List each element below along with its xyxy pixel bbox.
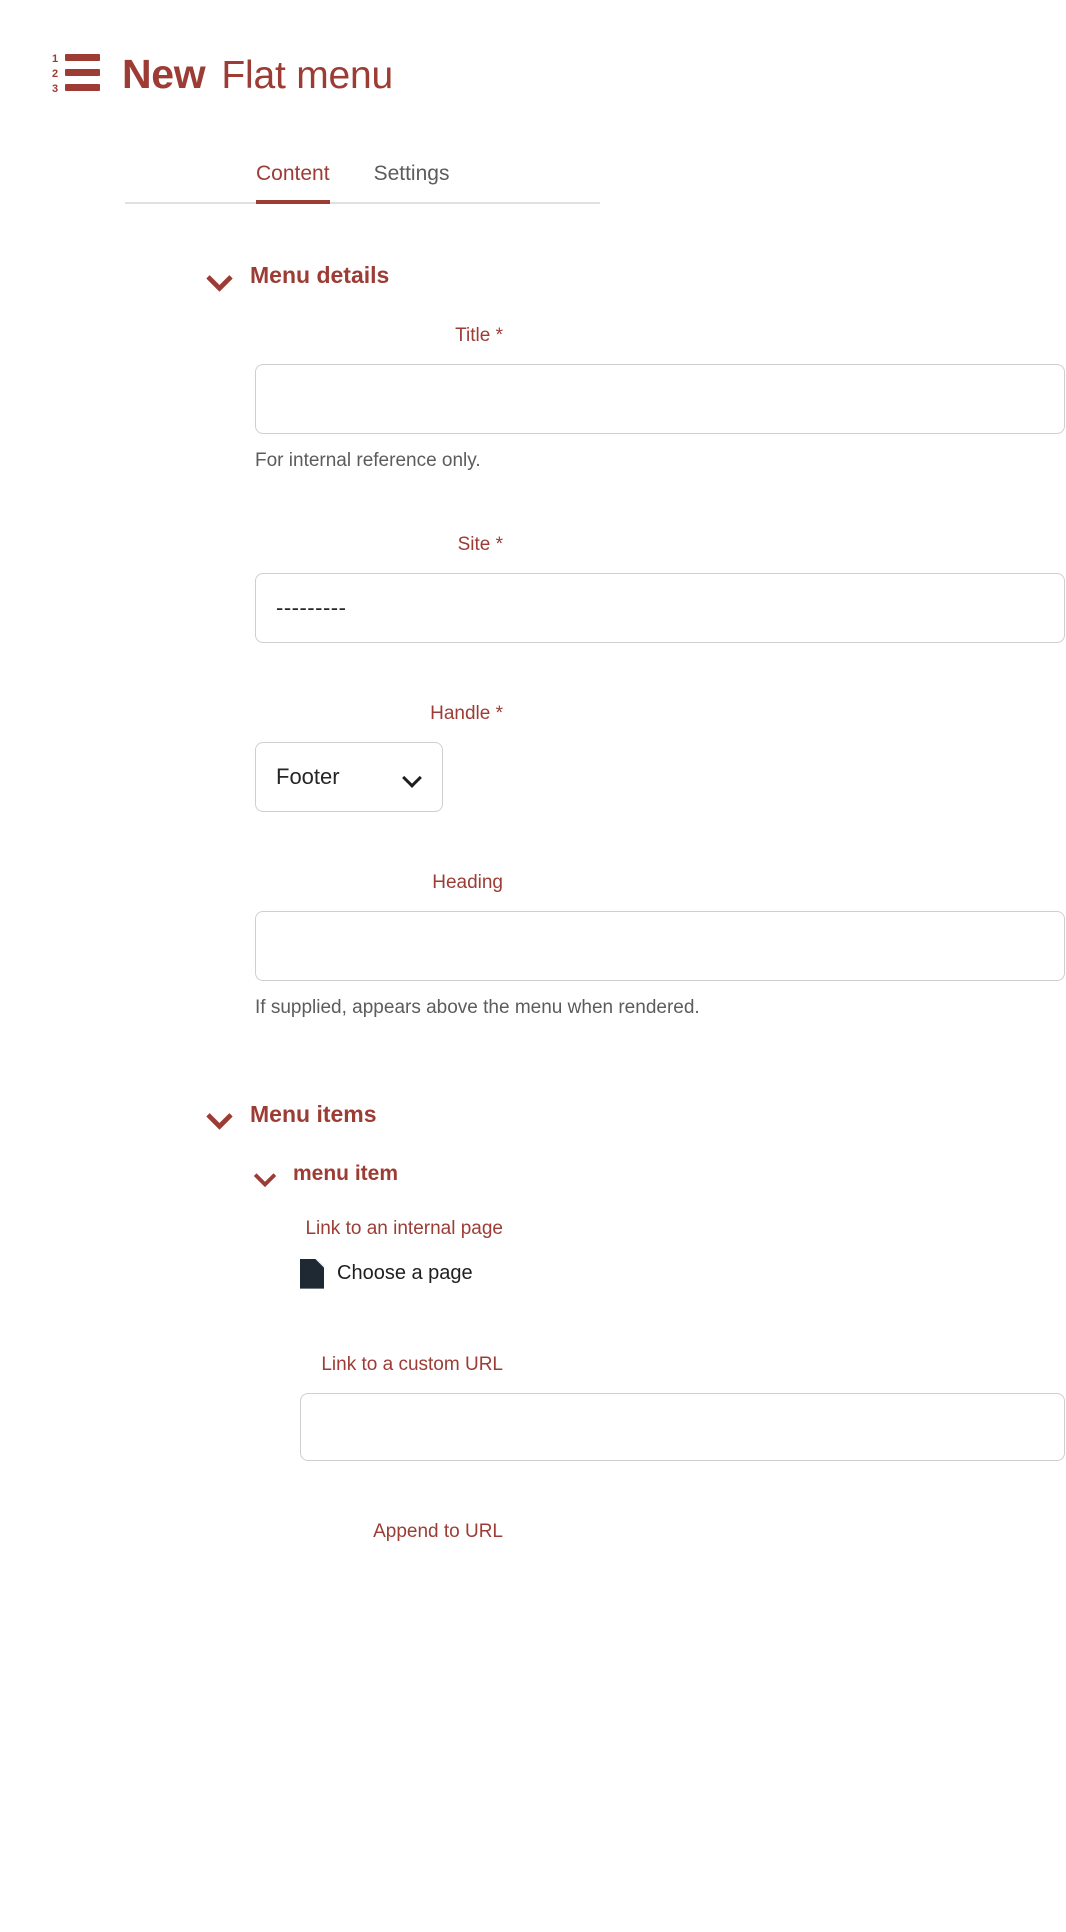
field-label-internal-page-text: Link to an internal page [305,1217,503,1239]
field-label-title-text: Title [455,325,491,346]
page-title-object: Flat menu [221,53,394,97]
page-title-prefix: New [122,50,206,97]
field-label-handle: Handle * [0,701,505,726]
site-select[interactable]: --------- [255,572,1065,643]
field-heading: Heading If supplied, appears above the m… [0,870,1066,1021]
field-label-custom-url: Link to a custom URL [0,1352,505,1377]
page-header: 1 2 3 New Flat menu [0,0,1066,110]
section-header-menu-items[interactable]: Menu items [0,1101,1066,1128]
custom-url-input[interactable] [300,1392,1065,1461]
field-internal-page: Link to an internal page Choose a page [0,1216,1066,1294]
content-panel: Menu details Title * For internal refere… [0,204,1066,1544]
field-title: Title * For internal reference only. [0,323,1066,474]
list-icon-number-1: 1 [52,53,59,65]
field-append-to-url: Append to URL [0,1519,1066,1544]
field-label-custom-url-text: Link to a custom URL [321,1353,503,1375]
field-label-title: Title * [0,323,505,348]
chevron-down-icon [254,1167,276,1181]
field-label-append-to-url-text: Append to URL [373,1520,503,1542]
tab-content[interactable]: Content [256,162,330,204]
required-marker: * [495,325,503,346]
field-label-heading-text: Heading [432,871,503,893]
list-icon-bar-1 [65,54,100,61]
chevron-down-icon [404,771,422,782]
chevron-down-icon [207,268,233,284]
list-icon-number-3: 3 [52,83,59,95]
field-label-handle-text: Handle [430,702,491,724]
field-label-append-to-url: Append to URL [0,1519,505,1544]
document-icon [300,1258,324,1289]
section-header-menu-details[interactable]: Menu details [0,262,1066,289]
flat-menu-create-page: 1 2 3 New Flat menu Content Settings Men… [0,0,1066,1932]
site-select-value: --------- [276,594,347,620]
page-title: New Flat menu [122,51,393,98]
field-label-internal-page: Link to an internal page [0,1216,505,1241]
field-handle: Handle * Footer [0,701,1066,812]
field-label-heading: Heading [0,870,505,895]
field-label-site-text: Site [457,533,491,555]
field-site: Site * --------- [0,532,1066,643]
handle-select[interactable]: Footer [255,741,443,812]
tab-settings[interactable]: Settings [374,162,450,204]
list-icon-bar-3 [65,84,100,91]
field-custom-url: Link to a custom URL [0,1352,1066,1461]
field-help-title: For internal reference only. [255,450,481,472]
required-marker: * [495,702,503,724]
section-title-menu-details: Menu details [250,262,390,288]
handle-select-value: Footer [276,763,340,789]
field-label-site: Site * [0,532,505,557]
section-title-menu-items: Menu items [250,1100,377,1127]
field-help-heading: If supplied, appears above the menu when… [255,996,700,1018]
title-input[interactable] [255,364,1065,435]
list-icon-bar-2 [65,69,100,76]
section-title-menu-item: menu item [293,1161,399,1185]
chevron-down-icon [207,1106,233,1122]
choose-a-page-button[interactable]: Choose a page [300,1257,473,1291]
required-marker: * [495,533,503,555]
choose-a-page-label: Choose a page [337,1262,473,1285]
heading-input[interactable] [255,910,1065,981]
numbered-list-icon: 1 2 3 [52,51,100,97]
section-header-menu-item[interactable]: menu item [0,1162,1066,1186]
tab-bar: Content Settings [0,162,1066,204]
list-icon-number-2: 2 [52,68,59,80]
